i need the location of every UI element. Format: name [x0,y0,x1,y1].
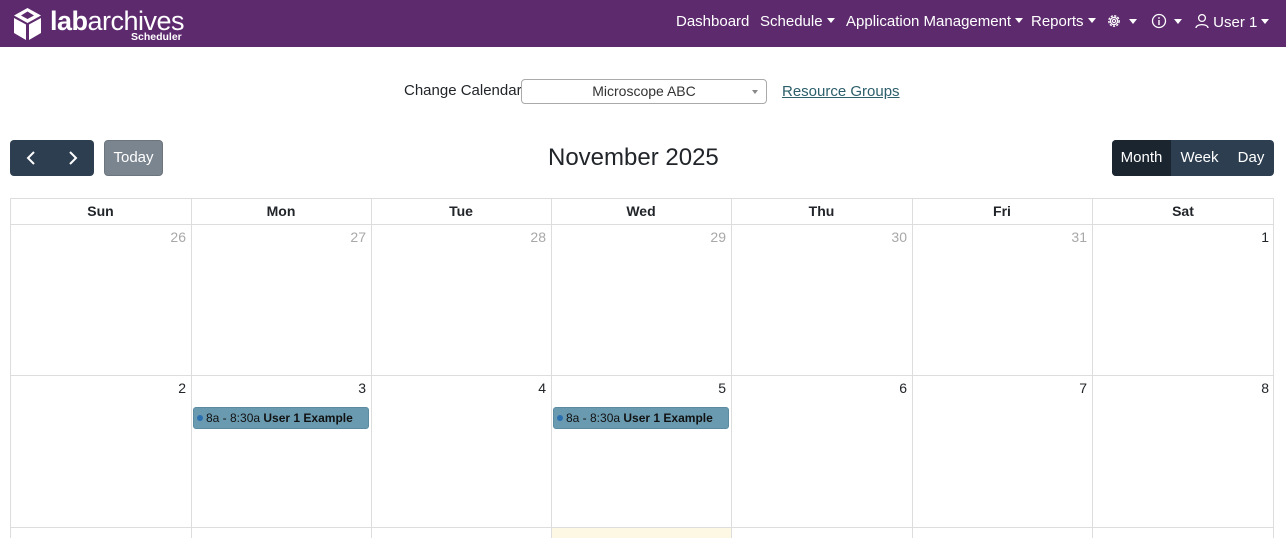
day-cell[interactable]: 27 [191,225,371,375]
event-title: User 1 Example [623,411,713,425]
day-number[interactable]: 8 [1261,380,1269,396]
event-dot-icon [197,415,203,421]
day-number[interactable]: 27 [350,229,366,245]
weekday-header: Fri [912,198,1092,225]
day-cell[interactable]: 31 [912,225,1092,375]
next-month-button[interactable] [52,140,94,176]
weekday-header: Wed [551,198,731,225]
nav-dashboard-label: Dashboard [676,13,750,30]
nav-user-dropdown[interactable]: User 1 [1195,13,1270,33]
caret-down-icon [1261,19,1270,24]
grid-line [731,198,732,538]
select-arrow-icon [752,90,758,94]
nav-reports-label: Reports [1031,13,1084,30]
day-cell[interactable]: 26 [10,225,191,375]
grid-line [1273,198,1274,538]
grid-line [10,198,11,538]
nav-application-management-dropdown[interactable]: Application Management [846,13,1024,33]
prev-month-button[interactable] [10,140,52,176]
view-switcher: Month Week Day [1112,140,1274,176]
nav-schedule-dropdown[interactable]: Schedule [760,13,835,33]
chevron-right-icon [69,151,78,165]
month-view-button[interactable]: Month [1112,140,1171,176]
event-time: 8a - 8:30a [566,411,621,425]
caret-down-icon [1174,19,1182,24]
day-cell[interactable]: 5 8a - 8:30a User 1 Example [551,376,731,527]
weekday-header: Thu [731,198,912,225]
info-icon [1151,13,1167,29]
month-calendar-grid: Sun Mon Tue Wed Thu Fri Sat 26 27 28 29 … [10,198,1274,538]
event-dot-icon [557,415,563,421]
day-cell[interactable]: 29 [551,225,731,375]
caret-down-icon [826,18,835,23]
nav-user-label: User 1 [1213,14,1258,31]
caret-down-icon [1015,18,1024,23]
day-number[interactable]: 5 [718,380,726,396]
caret-down-icon [1087,18,1096,23]
day-cell[interactable]: 30 [731,225,912,375]
calendar-select[interactable]: Microscope ABC [521,79,767,104]
day-number[interactable]: 3 [358,380,366,396]
grid-line [551,198,552,538]
day-number[interactable]: 2 [178,380,186,396]
day-number[interactable]: 1 [1261,229,1269,245]
today-cell[interactable] [552,528,731,538]
grid-line [10,527,1274,528]
day-cell[interactable]: 7 [912,376,1092,527]
day-number[interactable]: 31 [1071,229,1087,245]
day-number[interactable]: 6 [899,380,907,396]
weekday-header: Sat [1092,198,1274,225]
nav-info-dropdown[interactable] [1151,13,1182,33]
user-icon [1195,13,1209,29]
chevron-left-icon [26,151,35,165]
nav-dashboard[interactable]: Dashboard [676,13,749,33]
grid-line [912,198,913,538]
calendar-select-value: Microscope ABC [592,83,696,99]
week-view-button[interactable]: Week [1171,140,1228,176]
nav-app-mgmt-label: Application Management [846,13,1012,30]
nav-schedule-label: Schedule [760,13,823,30]
labarchives-logo[interactable]: labarchives Scheduler [12,6,192,43]
brand-name-bold: lab [50,6,88,36]
grid-line [191,198,192,538]
day-number[interactable]: 4 [538,380,546,396]
day-cell[interactable]: 3 8a - 8:30a User 1 Example [191,376,371,527]
grid-line [371,198,372,538]
nav-settings-dropdown[interactable] [1106,13,1137,33]
weekday-header: Sun [10,198,191,225]
day-number[interactable]: 30 [891,229,907,245]
change-calendar-label: Change Calendar [404,82,522,99]
weekday-header: Mon [191,198,371,225]
grid-line [1092,198,1093,538]
day-cell[interactable]: 4 [371,376,551,527]
today-button[interactable]: Today [104,140,163,176]
event-time: 8a - 8:30a [206,411,261,425]
resource-groups-link[interactable]: Resource Groups [782,83,900,100]
day-cell[interactable]: 6 [731,376,912,527]
calendar-event[interactable]: 8a - 8:30a User 1 Example [553,407,729,429]
top-navbar: labarchives Scheduler Dashboard Schedule… [0,0,1286,47]
nav-reports-dropdown[interactable]: Reports [1031,13,1096,33]
day-number[interactable]: 26 [170,229,186,245]
day-number[interactable]: 29 [710,229,726,245]
day-cell[interactable]: 8 [1092,376,1274,527]
gear-icon [1108,15,1120,27]
day-number[interactable]: 28 [530,229,546,245]
calendar-event[interactable]: 8a - 8:30a User 1 Example [193,407,369,429]
calendar-title: November 2025 [548,144,719,171]
prev-next-group [10,140,94,176]
labarchives-cube-icon [14,8,41,40]
day-cell[interactable]: 28 [371,225,551,375]
weekday-header: Tue [371,198,551,225]
event-title: User 1 Example [263,411,353,425]
grid-line [10,375,1274,376]
day-number[interactable]: 7 [1079,380,1087,396]
caret-down-icon [1129,19,1137,24]
day-cell[interactable]: 2 [10,376,191,527]
day-view-button[interactable]: Day [1228,140,1274,176]
day-cell[interactable]: 1 [1092,225,1274,375]
brand-subtitle: Scheduler [131,31,182,43]
